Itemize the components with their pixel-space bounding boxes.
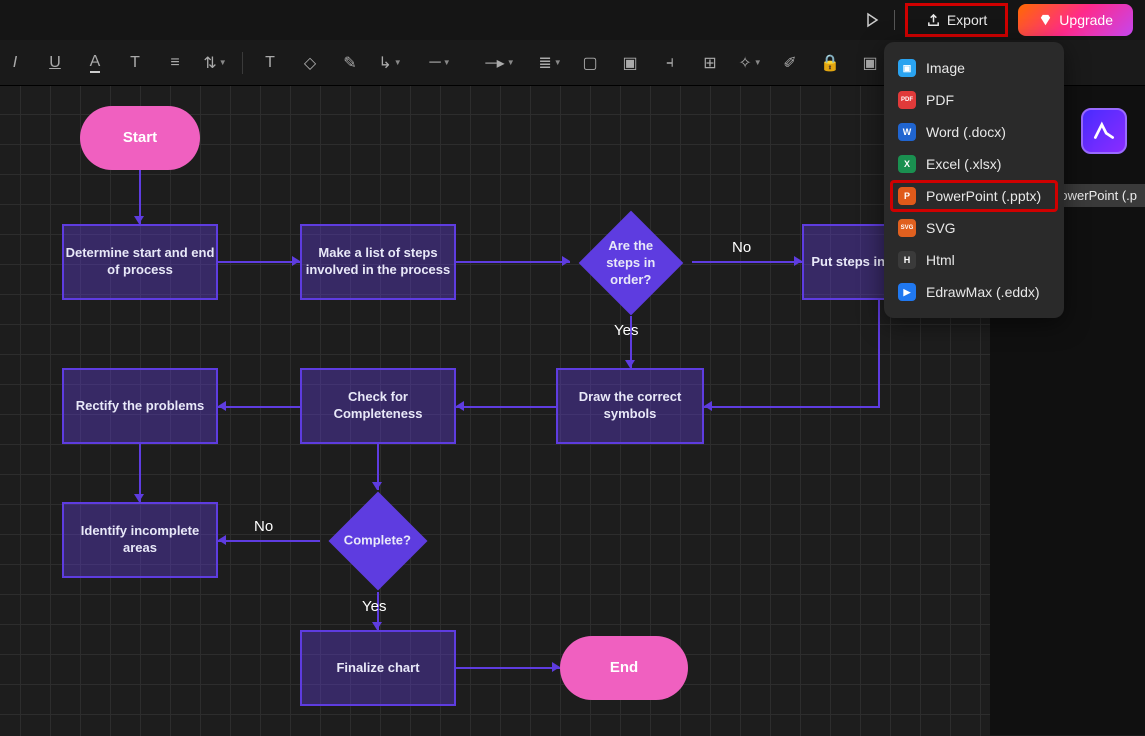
svg-file-icon: SVG [898, 219, 916, 237]
align-icon[interactable]: ≡ [162, 50, 188, 76]
align-objects-icon[interactable]: ⫞ [657, 50, 683, 76]
node-determine[interactable]: Determine start and end of process [62, 224, 218, 300]
connector-icon[interactable]: ↳▼ [377, 50, 403, 76]
eddx-file-icon: ▶ [898, 283, 916, 301]
export-menu: ▣Image PDFPDF WWord (.docx) XExcel (.xls… [884, 42, 1064, 318]
image-icon[interactable]: ▣ [857, 50, 883, 76]
ppt-file-icon: P [898, 187, 916, 205]
word-file-icon: W [898, 123, 916, 141]
export-svg[interactable]: SVGSVG [890, 212, 1058, 244]
line-style-icon[interactable]: ─▼ [417, 50, 463, 76]
upgrade-label: Upgrade [1059, 12, 1113, 28]
export-powerpoint[interactable]: PPowerPoint (.pptx) [890, 180, 1058, 212]
export-pdf[interactable]: PDFPDF [890, 84, 1058, 116]
text-tool-icon[interactable]: T [257, 50, 283, 76]
pdf-file-icon: PDF [898, 91, 916, 109]
node-start[interactable]: Start [80, 106, 200, 170]
node-makelist[interactable]: Make a list of steps involved in the pro… [300, 224, 456, 300]
export-image[interactable]: ▣Image [890, 52, 1058, 84]
ungroup-icon[interactable]: ▣ [617, 50, 643, 76]
node-check[interactable]: Check for Completeness [300, 368, 456, 444]
label-no1: No [732, 239, 751, 256]
node-complete[interactable]: Complete? [329, 492, 428, 591]
line-weight-icon[interactable]: ≣▼ [537, 50, 563, 76]
text-style-icon[interactable]: T [122, 50, 148, 76]
group-icon[interactable]: ▢ [577, 50, 603, 76]
distribute-icon[interactable]: ⊞ [697, 50, 723, 76]
edit-icon[interactable]: ✐ [777, 50, 803, 76]
arrow-style-icon[interactable]: ─▸▼ [477, 50, 523, 76]
export-word[interactable]: WWord (.docx) [890, 116, 1058, 148]
label-yes2: Yes [362, 598, 386, 615]
line-spacing-icon[interactable]: ⇅▼ [202, 50, 228, 76]
canvas[interactable]: Start Determine start and end of process… [0, 86, 990, 736]
italic-icon[interactable]: I [2, 50, 28, 76]
lock-icon[interactable]: 🔒 [817, 50, 843, 76]
upgrade-button[interactable]: Upgrade [1018, 4, 1133, 36]
label-no2: No [254, 518, 273, 535]
separator [242, 52, 243, 74]
label-yes1: Yes [614, 322, 638, 339]
ai-assistant-icon[interactable] [1081, 108, 1127, 154]
image-file-icon: ▣ [898, 59, 916, 77]
export-html[interactable]: HHtml [890, 244, 1058, 276]
divider [894, 10, 895, 30]
node-finalize[interactable]: Finalize chart [300, 630, 456, 706]
export-label: Export [947, 12, 987, 28]
diamond-icon [1038, 13, 1053, 28]
html-file-icon: H [898, 251, 916, 269]
node-inorder[interactable]: Are the steps in order? [579, 211, 684, 316]
play-icon[interactable] [860, 8, 884, 32]
effects-icon[interactable]: ✧▼ [737, 50, 763, 76]
top-bar: Export Upgrade [0, 0, 1145, 40]
node-rectify[interactable]: Rectify the problems [62, 368, 218, 444]
pen-icon[interactable]: ✎ [337, 50, 363, 76]
font-color-icon[interactable]: A [82, 50, 108, 76]
export-excel[interactable]: XExcel (.xlsx) [890, 148, 1058, 180]
node-end[interactable]: End [560, 636, 688, 700]
export-edrawmax[interactable]: ▶EdrawMax (.eddx) [890, 276, 1058, 308]
excel-file-icon: X [898, 155, 916, 173]
fill-icon[interactable]: ◇ [297, 50, 323, 76]
node-identify[interactable]: Identify incomplete areas [62, 502, 218, 578]
export-button[interactable]: Export [905, 3, 1008, 37]
export-icon [926, 13, 941, 28]
underline-icon[interactable]: U [42, 50, 68, 76]
node-draw[interactable]: Draw the correct symbols [556, 368, 704, 444]
